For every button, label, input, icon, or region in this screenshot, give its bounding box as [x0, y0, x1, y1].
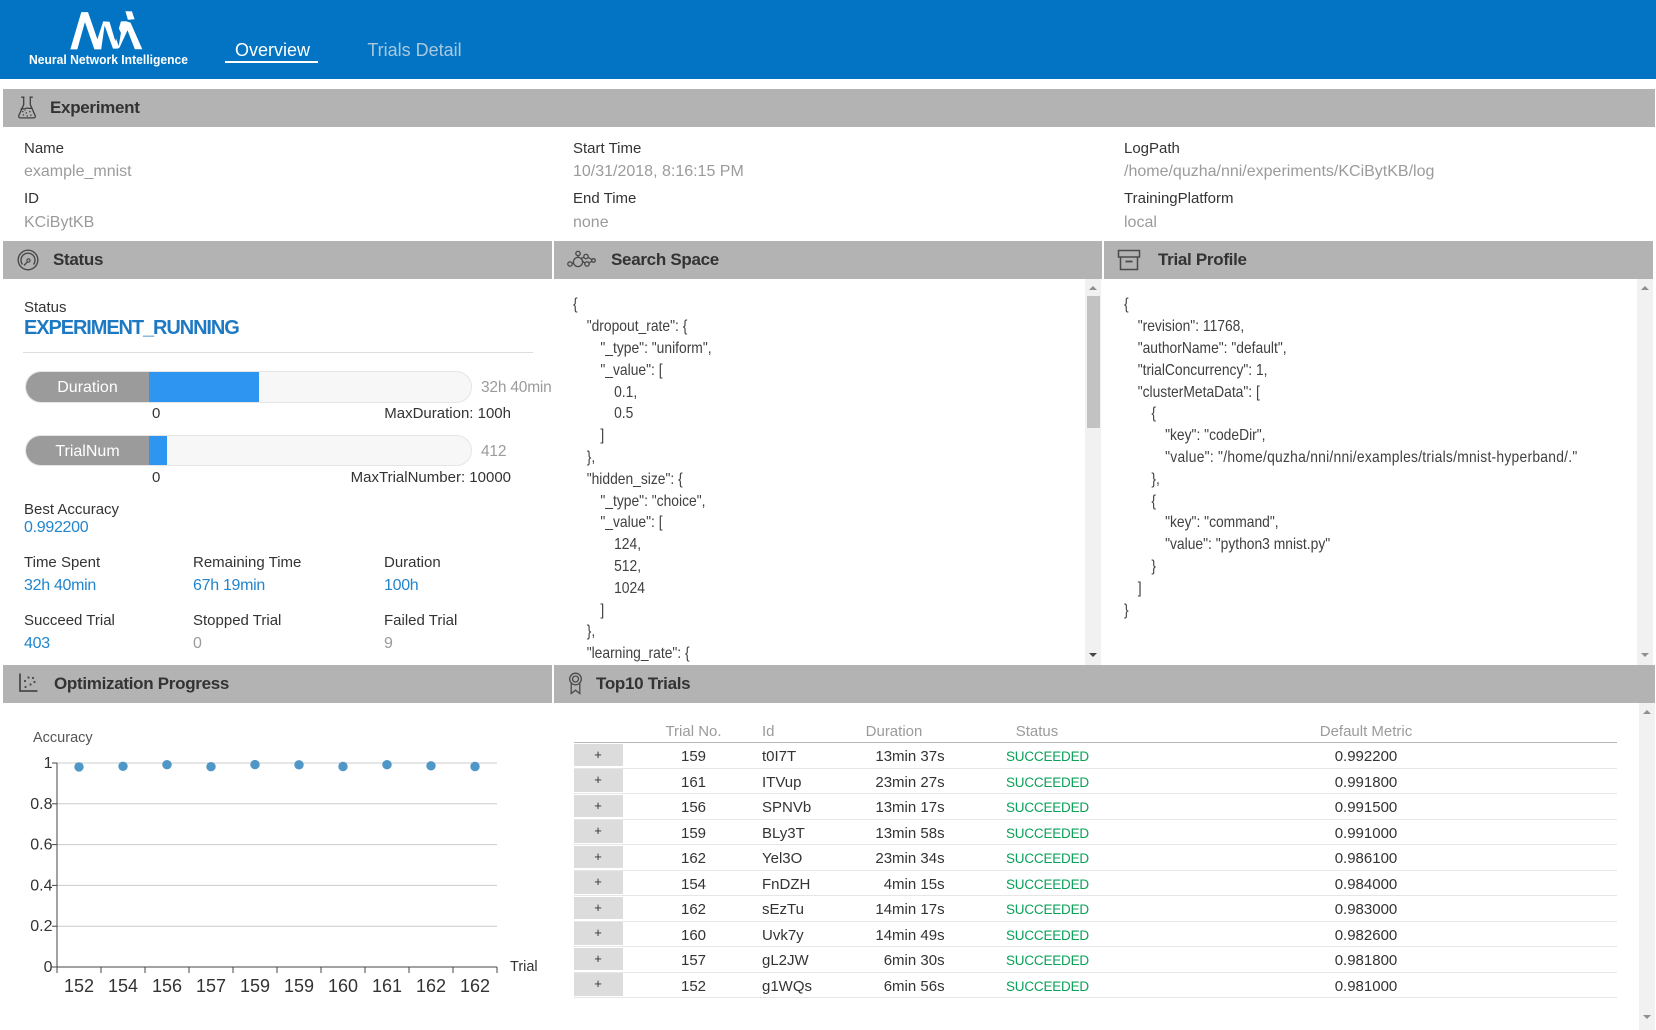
svg-text:1: 1: [44, 755, 53, 772]
svg-text:0.4: 0.4: [30, 877, 52, 894]
svg-text:161: 161: [372, 976, 402, 996]
svg-text:0.8: 0.8: [30, 796, 52, 813]
svg-text:0.2: 0.2: [30, 918, 52, 935]
svg-text:0.6: 0.6: [30, 837, 52, 854]
svg-text:152: 152: [64, 976, 94, 996]
svg-text:162: 162: [460, 976, 490, 996]
svg-text:156: 156: [152, 976, 182, 996]
svg-text:159: 159: [284, 976, 314, 996]
svg-text:0: 0: [44, 959, 53, 976]
svg-text:159: 159: [240, 976, 270, 996]
svg-text:Trial: Trial: [510, 959, 538, 975]
svg-text:157: 157: [196, 976, 226, 996]
svg-text:154: 154: [108, 976, 138, 996]
svg-text:162: 162: [416, 976, 446, 996]
svg-text:160: 160: [328, 976, 358, 996]
svg-text:Accuracy: Accuracy: [33, 730, 93, 746]
